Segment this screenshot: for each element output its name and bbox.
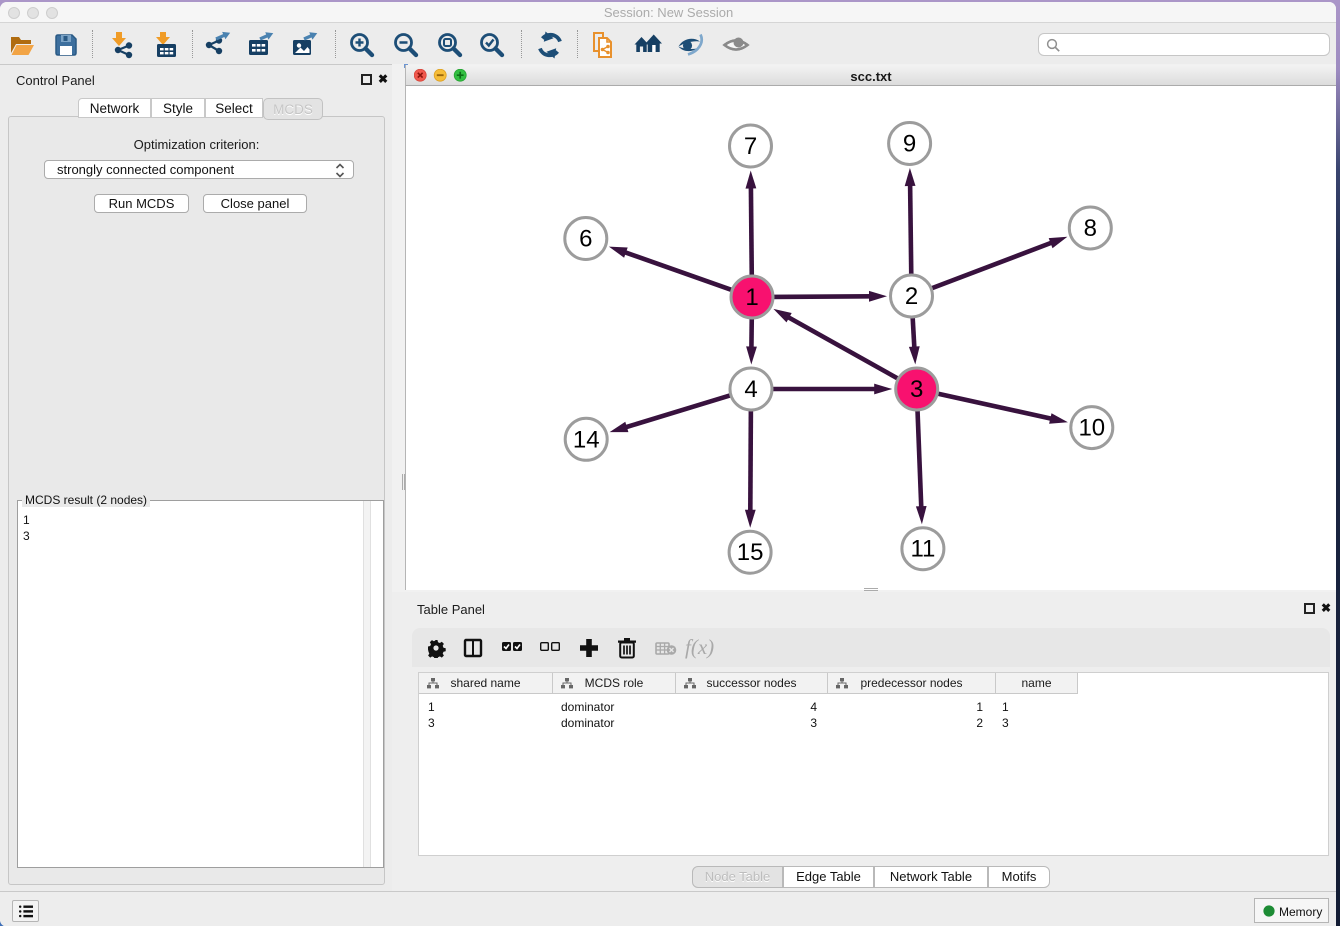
svg-text:10: 10 (1078, 415, 1105, 442)
svg-text:3: 3 (910, 376, 923, 403)
svg-text:8: 8 (1084, 215, 1097, 242)
svg-text:11: 11 (910, 536, 935, 563)
svg-text:2: 2 (905, 283, 918, 310)
svg-text:4: 4 (744, 376, 757, 403)
svg-text:9: 9 (903, 131, 916, 158)
svg-text:7: 7 (744, 133, 757, 160)
svg-text:15: 15 (737, 539, 764, 566)
svg-text:14: 14 (573, 426, 600, 453)
svg-text:1: 1 (745, 284, 758, 311)
svg-text:6: 6 (579, 226, 592, 253)
